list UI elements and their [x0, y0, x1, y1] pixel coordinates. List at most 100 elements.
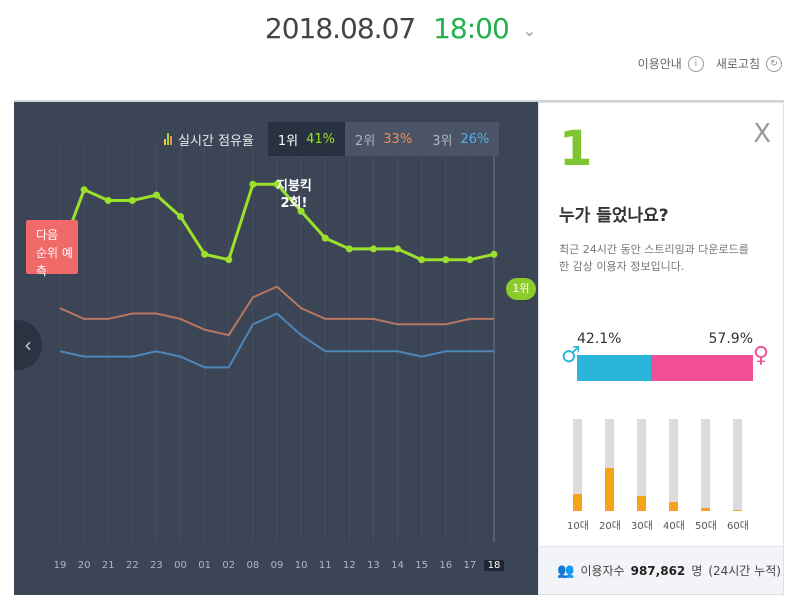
series-1-point[interactable] — [152, 191, 160, 199]
series-1-point[interactable] — [466, 256, 474, 264]
realtime-chart: 실시간 점유율 1위 41% 2위 33% 3위 26% 다음 순위 예측 ‹ … — [14, 102, 538, 595]
predict-line-1: 다음 — [36, 228, 59, 242]
series-1-point[interactable] — [249, 180, 257, 188]
x-tick-label: 23 — [150, 560, 163, 571]
legend-rank-2[interactable]: 2위 33% — [345, 122, 423, 156]
x-tick-label: 20 — [77, 560, 91, 571]
legend-rank-3-pct: 26% — [460, 131, 490, 147]
age-label: 60대 — [727, 521, 749, 532]
age-label: 10대 — [567, 521, 589, 532]
age-bar-fill — [605, 467, 614, 511]
series-1-point[interactable] — [104, 196, 112, 204]
age-bar — [605, 419, 614, 511]
annotation-bubble: 지붕킥 2회! — [276, 178, 312, 212]
age-bar-fill — [733, 510, 742, 511]
age-bar — [669, 419, 678, 511]
chart-legend: 실시간 점유율 1위 41% 2위 33% 3위 26% — [164, 122, 500, 156]
age-bar-fill — [701, 508, 710, 511]
close-icon[interactable]: X — [753, 119, 771, 149]
series-1-point[interactable] — [128, 196, 136, 204]
age-bar-fill — [573, 494, 582, 511]
legend-rank-1-pct: 41% — [306, 131, 336, 147]
x-tick-label: 08 — [246, 560, 260, 571]
x-tick-label: 16 — [439, 560, 453, 571]
x-tick-label: 18 — [484, 560, 504, 571]
age-bar — [733, 419, 742, 511]
age-bar — [573, 419, 582, 511]
male-percent: 42.1% — [577, 331, 622, 347]
detail-panel: 1 X 누가 들었나요? 최근 24시간 동안 스트리밍과 다운로드를 한 감상… — [538, 102, 784, 595]
age-label: 20대 — [599, 521, 621, 532]
header-date[interactable]: 2018.08.07 18:00 ⌄ — [0, 12, 800, 45]
series-1-point[interactable] — [225, 256, 233, 264]
age-label: 40대 — [663, 521, 685, 532]
refresh-link[interactable]: 새로고침 — [716, 55, 760, 72]
x-tick-label: 12 — [342, 560, 356, 571]
gender-bar-female — [651, 355, 753, 381]
next-rank-prediction[interactable]: 다음 순위 예측 — [26, 220, 78, 278]
age-bar-fill — [669, 501, 678, 511]
time-text: 18:00 — [433, 12, 510, 45]
series-1-point[interactable] — [490, 250, 498, 258]
series-1-point[interactable] — [394, 245, 402, 253]
x-tick-label: 14 — [391, 560, 404, 571]
bubble-line-1: 지붕킥 — [276, 179, 312, 194]
legend-rank-2-label: 2위 — [355, 133, 376, 149]
age-label: 50대 — [695, 521, 717, 532]
legend-title: 실시간 점유율 — [164, 130, 254, 149]
x-tick-label: 15 — [415, 560, 429, 571]
legend-rank-2-pct: 33% — [383, 131, 413, 147]
female-percent: 57.9% — [708, 331, 753, 347]
utility-links: 이용안내 i 새로고침 ↻ — [638, 55, 782, 72]
footer-note: (24시간 누적) — [708, 564, 781, 578]
info-icon[interactable]: i — [687, 55, 704, 72]
legend-rank-3-label: 3위 — [432, 133, 453, 149]
x-tick-label: 11 — [318, 560, 332, 571]
predict-line-2: 순위 예측 — [36, 246, 73, 278]
series-1-point[interactable] — [201, 250, 209, 258]
gender-bar-male — [577, 355, 652, 381]
x-tick-label: 10 — [294, 560, 308, 571]
series-1-point[interactable] — [177, 213, 185, 221]
x-axis: 19 20 21 22 23 00 01 02 08 09 10 11 12 13 14 15 16 17 18 — [14, 552, 538, 572]
series-1-point[interactable] — [369, 245, 377, 253]
x-tick-label: 19 — [53, 560, 67, 571]
legend-rank-1[interactable]: 1위 41% — [267, 122, 346, 156]
series-1-point[interactable] — [80, 186, 88, 194]
legend-title-text: 실시간 점유율 — [178, 133, 254, 149]
panel-question: 누가 들었나요? — [559, 206, 669, 226]
rank-end-badge: 1위 — [506, 278, 536, 300]
footer-count: 987,862 — [630, 563, 686, 578]
series-1-point[interactable] — [418, 256, 426, 264]
rank-number: 1 — [559, 121, 593, 177]
age-label: 30대 — [631, 521, 653, 532]
age-bar — [637, 419, 646, 511]
age-bar — [701, 419, 710, 511]
users-icon: 👥 — [557, 562, 575, 579]
bar-chart-icon — [164, 133, 172, 145]
legend-rank-3[interactable]: 3위 26% — [422, 122, 500, 156]
series-1-point[interactable] — [321, 234, 329, 242]
age-bar-fill — [637, 496, 646, 511]
chevron-down-icon[interactable]: ⌄ — [523, 21, 536, 40]
x-tick-label: 13 — [367, 560, 380, 571]
series-1-point[interactable] — [345, 245, 353, 253]
footer-unit: 명 — [691, 564, 703, 578]
x-tick-label: 09 — [270, 560, 284, 571]
x-tick-label: 00 — [174, 560, 187, 571]
footer-label: 이용자수 — [580, 564, 625, 578]
age-labels: 10대 20대 30대 40대 50대 60대 — [563, 517, 763, 532]
x-tick-label: 22 — [125, 560, 139, 571]
panel-footer: 👥 이용자수 987,862 명 (24시간 누적) — [539, 546, 783, 594]
age-chart — [563, 415, 763, 511]
gender-bar — [577, 355, 753, 381]
refresh-icon[interactable]: ↻ — [766, 55, 782, 72]
guide-link[interactable]: 이용안내 — [638, 55, 682, 72]
legend-rank-1-label: 1위 — [277, 133, 299, 149]
panel-description: 최근 24시간 동안 스트리밍과 다운로드를 한 감상 이용자 정보입니다. — [559, 243, 749, 273]
series-1-point[interactable] — [442, 256, 450, 264]
date-text: 2018.08.07 — [264, 12, 416, 45]
x-tick-label: 17 — [463, 560, 477, 571]
chart-svg — [56, 142, 498, 542]
x-tick-label: 01 — [198, 560, 212, 571]
